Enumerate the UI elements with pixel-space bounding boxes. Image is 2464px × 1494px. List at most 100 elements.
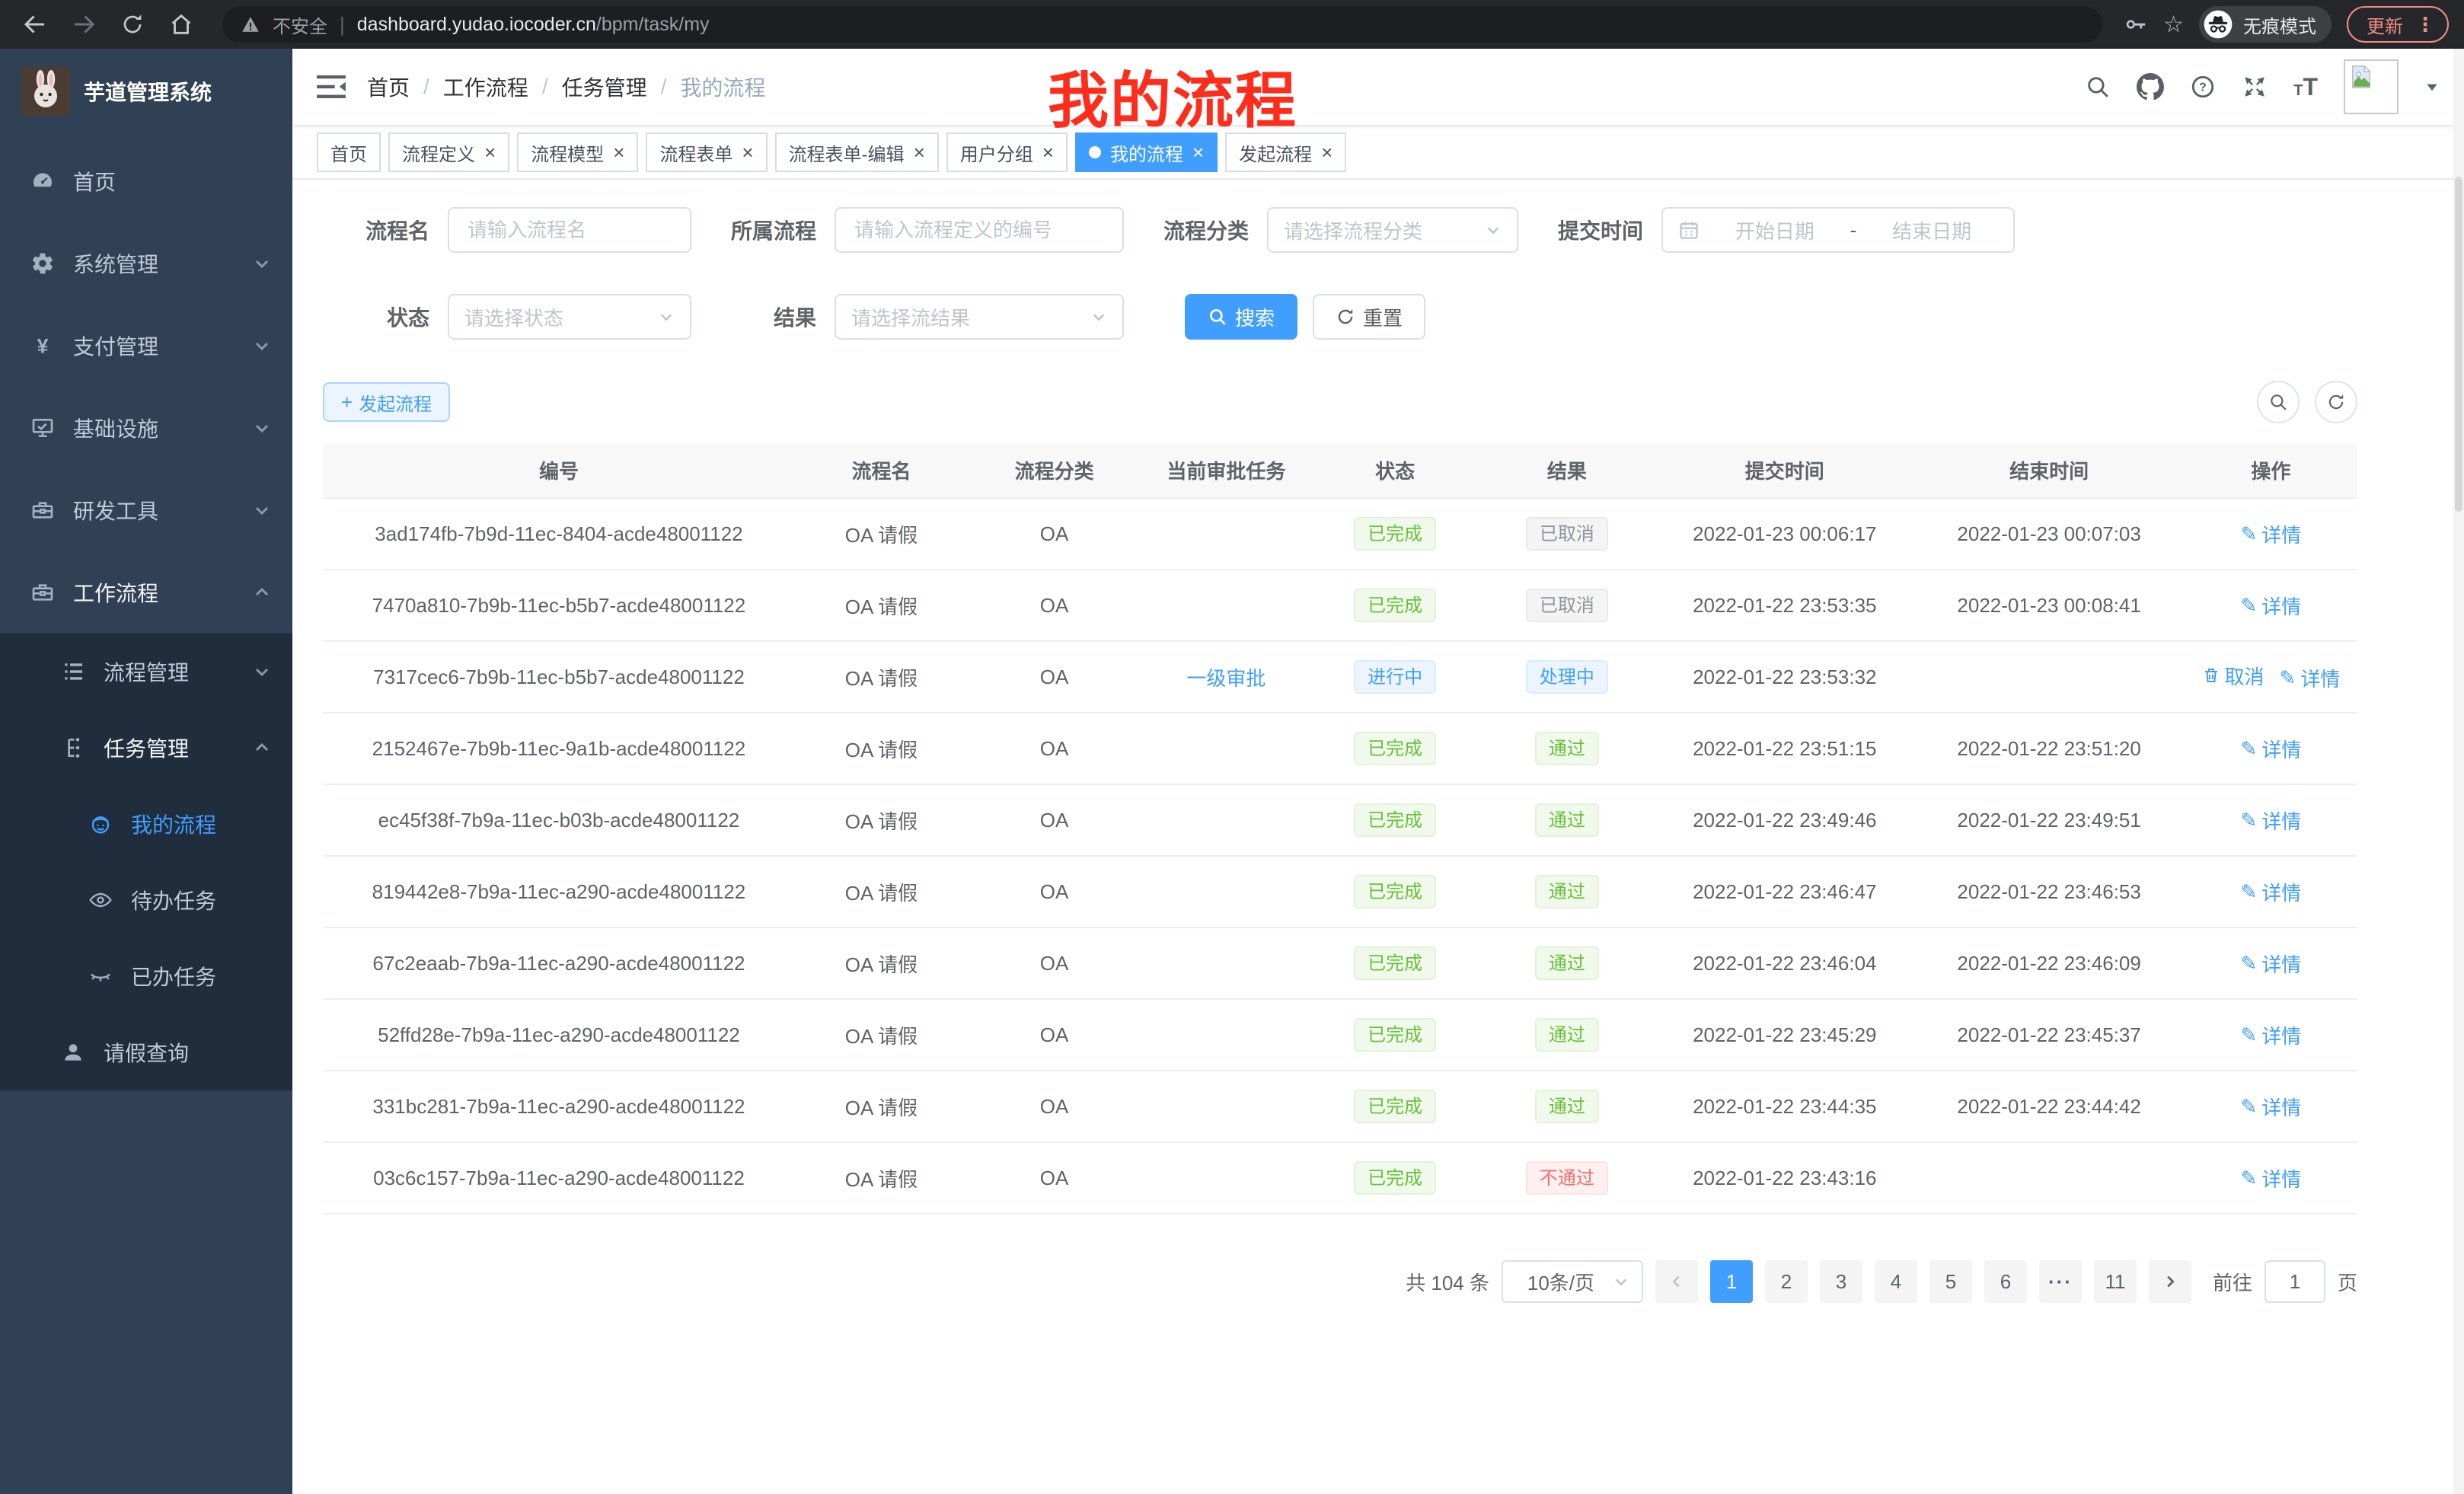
definition-input[interactable]	[851, 217, 1107, 244]
column-header-状态: 状态	[1312, 443, 1479, 498]
cell-actions: ✎详情	[2185, 784, 2357, 856]
goto-page-input[interactable]: 1	[2265, 1260, 2325, 1303]
close-icon[interactable]: ×	[914, 142, 925, 162]
scrollbar[interactable]	[2453, 49, 2464, 1494]
detail-action[interactable]: ✎详情	[2241, 806, 2302, 835]
filter-category-select[interactable]: 请选择流程分类	[1267, 207, 1518, 253]
page-button-2[interactable]: 2	[1765, 1260, 1808, 1303]
sidebar-item-请假查询[interactable]: 请假查询	[0, 1014, 292, 1090]
breadcrumb-item[interactable]: 任务管理	[562, 72, 647, 102]
tab-流程模型[interactable]: 流程模型×	[517, 132, 638, 172]
tab-流程表单[interactable]: 流程表单×	[646, 132, 767, 172]
forward-icon[interactable]	[64, 5, 104, 44]
cell-category: OA	[968, 641, 1141, 713]
next-page-button[interactable]	[2149, 1260, 2191, 1303]
action-label: 详情	[2261, 878, 2301, 906]
filter-status-select[interactable]: 请选择状态	[448, 294, 691, 340]
bookmark-star-icon[interactable]: ☆	[2163, 11, 2184, 38]
detail-action[interactable]: ✎详情	[2280, 664, 2341, 692]
show-search-button[interactable]	[2257, 381, 2300, 423]
prev-page-button[interactable]	[1655, 1260, 1698, 1303]
name-input[interactable]	[464, 217, 675, 244]
filter-definition-input[interactable]	[835, 207, 1124, 253]
search-icon[interactable]	[2085, 74, 2111, 100]
cell-submit-time: 2022-01-22 23:46:47	[1655, 856, 1913, 927]
reload-icon[interactable]	[113, 5, 152, 44]
detail-action[interactable]: ✎详情	[2241, 1164, 2302, 1192]
sidebar-item-已办任务[interactable]: 已办任务	[0, 938, 292, 1014]
trash-icon	[2202, 666, 2220, 685]
security-label[interactable]: 不安全	[273, 11, 327, 38]
fullscreen-icon[interactable]	[2242, 74, 2268, 100]
key-icon[interactable]	[2124, 12, 2148, 37]
cell-current-task	[1141, 1071, 1311, 1142]
sidebar-item-系统管理[interactable]: 系统管理	[0, 222, 292, 305]
task-link[interactable]: 一级审批	[1186, 663, 1266, 691]
sidebar-item-首页[interactable]: 首页	[0, 140, 292, 222]
close-icon[interactable]: ×	[1042, 142, 1054, 162]
browser-menu-icon[interactable]: ⋮	[2415, 13, 2435, 37]
close-icon[interactable]: ×	[1192, 142, 1204, 162]
sidebar-item-我的流程[interactable]: 我的流程	[0, 786, 292, 862]
cancel-action[interactable]: 取消	[2202, 662, 2265, 690]
sidebar-item-流程管理[interactable]: 流程管理	[0, 634, 292, 710]
breadcrumb-item[interactable]: 首页	[367, 72, 410, 102]
date-start-placeholder[interactable]: 开始日期	[1709, 216, 1841, 244]
column-header-编号: 编号	[323, 443, 795, 498]
detail-action[interactable]: ✎详情	[2241, 592, 2302, 620]
help-icon[interactable]: ?	[2190, 74, 2216, 100]
update-button[interactable]: 更新 ⋮	[2347, 6, 2449, 43]
sidebar-item-label: 任务管理	[104, 733, 253, 763]
reset-button[interactable]: 重置	[1313, 294, 1425, 340]
github-icon[interactable]	[2137, 73, 2164, 101]
close-icon[interactable]: ×	[742, 142, 753, 162]
hamburger-icon[interactable]	[317, 74, 346, 100]
chevron-up-icon	[253, 739, 271, 757]
sidebar-item-任务管理[interactable]: 任务管理	[0, 710, 292, 786]
sidebar-item-研发工具[interactable]: 研发工具	[0, 469, 292, 551]
page-button-4[interactable]: 4	[1875, 1260, 1917, 1303]
sidebar-item-工作流程[interactable]: 工作流程	[0, 551, 292, 634]
font-size-icon[interactable]: TT	[2293, 73, 2318, 101]
filter-date-range[interactable]: 开始日期 - 结束日期	[1661, 207, 2015, 253]
create-process-button[interactable]: + 发起流程	[323, 382, 450, 422]
scrollbar-thumb[interactable]	[2455, 177, 2462, 512]
sidebar-item-支付管理[interactable]: ¥支付管理	[0, 305, 292, 387]
more-pages-button[interactable]: ···	[2039, 1260, 2082, 1303]
cell-end-time: 2022-01-22 23:51:20	[1913, 713, 2184, 784]
tab-流程定义[interactable]: 流程定义×	[388, 132, 509, 172]
page-size-select[interactable]: 10条/页	[1502, 1260, 1643, 1303]
filter-name-input[interactable]	[448, 207, 691, 253]
flow-icon	[61, 736, 85, 760]
detail-action[interactable]: ✎详情	[2241, 878, 2302, 906]
detail-action[interactable]: ✎详情	[2241, 950, 2302, 978]
detail-action[interactable]: ✎详情	[2241, 735, 2302, 763]
page-button-6[interactable]: 6	[1984, 1260, 2027, 1303]
close-icon[interactable]: ×	[484, 142, 496, 162]
page-button-5[interactable]: 5	[1929, 1260, 1972, 1303]
page-button-3[interactable]: 3	[1820, 1260, 1862, 1303]
home-icon[interactable]	[161, 5, 201, 44]
avatar[interactable]	[2344, 59, 2399, 114]
tab-流程表单-编辑[interactable]: 流程表单-编辑×	[775, 132, 939, 172]
search-button[interactable]: 搜索	[1185, 294, 1297, 340]
page-button-1[interactable]: 1	[1710, 1260, 1753, 1303]
close-icon[interactable]: ×	[613, 142, 624, 162]
close-icon[interactable]: ×	[1321, 142, 1333, 162]
detail-action[interactable]: ✎详情	[2241, 1021, 2302, 1049]
tab-首页[interactable]: 首页	[317, 132, 381, 172]
url-bar[interactable]: 不安全 | dashboard.yudao.iocoder.cn/bpm/tas…	[222, 6, 2102, 43]
detail-action[interactable]: ✎详情	[2241, 520, 2302, 548]
breadcrumb-item[interactable]: 工作流程	[443, 72, 528, 102]
sidebar-item-待办任务[interactable]: 待办任务	[0, 862, 292, 938]
date-end-placeholder[interactable]: 结束日期	[1866, 216, 1998, 244]
url-text[interactable]: dashboard.yudao.iocoder.cn/bpm/task/my	[357, 14, 710, 36]
back-icon[interactable]	[15, 5, 55, 44]
page-button-11[interactable]: 11	[2094, 1260, 2137, 1303]
avatar-caret-icon[interactable]	[2424, 79, 2440, 94]
detail-action[interactable]: ✎详情	[2241, 1093, 2302, 1121]
sidebar-item-基础设施[interactable]: 基础设施	[0, 387, 292, 469]
filter-result-select[interactable]: 请选择流结果	[835, 294, 1124, 340]
refresh-button[interactable]	[2315, 381, 2357, 423]
result-tag: 通过	[1535, 947, 1599, 980]
